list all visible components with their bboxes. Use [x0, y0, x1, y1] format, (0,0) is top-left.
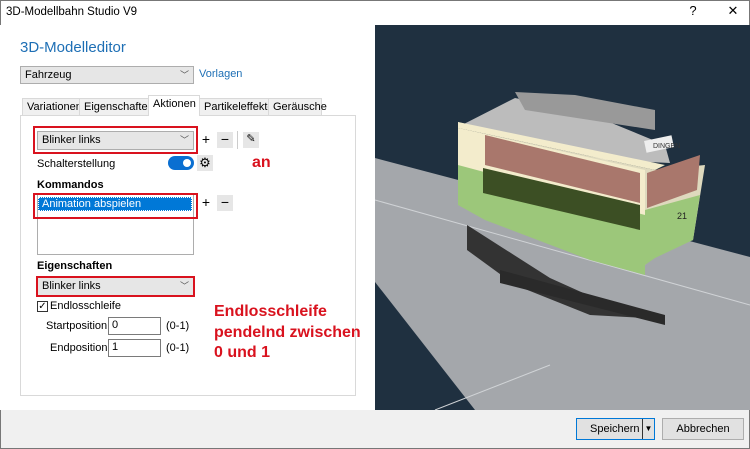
properties-heading: Eigenschaften — [37, 260, 113, 272]
edit-pencil-icon[interactable]: ✎ — [243, 132, 259, 148]
loop-annotation: Endlosschleife pendelnd zwischen 0 und 1 — [214, 302, 361, 364]
annotation-line: pendelnd zwischen — [214, 323, 361, 341]
tram-number: 21 — [677, 211, 687, 221]
cancel-button[interactable]: Abbrechen — [662, 418, 744, 440]
tab-aktionen[interactable]: Aktionen — [148, 95, 200, 116]
tab-geraeusche[interactable]: Geräusche — [268, 98, 327, 115]
loop-checkbox[interactable]: ✓ — [37, 301, 48, 312]
save-label: Speichern — [590, 423, 640, 435]
3d-viewport[interactable]: DINGEN 21 — [375, 25, 750, 410]
remove-command-button[interactable]: − — [217, 195, 233, 211]
end-position-input[interactable]: 1 — [108, 339, 161, 357]
gear-icon[interactable]: ⚙ — [197, 155, 213, 171]
switch-label: Schalterstellung — [37, 158, 116, 170]
start-position-input[interactable]: 0 — [108, 317, 161, 335]
save-button[interactable]: Speichern ▼ — [576, 418, 655, 440]
chevron-down-icon: ﹀ — [179, 135, 189, 145]
annotation-line: Endlosschleife — [214, 303, 327, 320]
separator — [237, 131, 238, 149]
model-type-value: Fahrzeug — [25, 69, 72, 81]
commands-heading: Kommandos — [37, 179, 104, 191]
end-position-label: Endposition: — [50, 342, 111, 354]
page-title: 3D-Modelleditor — [20, 39, 126, 56]
start-range-label: (0-1) — [166, 320, 190, 332]
remove-action-button[interactable]: − — [217, 132, 233, 148]
add-command-button[interactable]: + — [198, 195, 214, 211]
annotation-line: 0 und 1 — [214, 344, 271, 361]
switch-toggle[interactable] — [168, 156, 194, 170]
help-button[interactable]: ? — [683, 3, 703, 21]
tab-eigenschaften[interactable]: Eigenschaften — [79, 98, 154, 115]
end-range-label: (0-1) — [166, 342, 190, 354]
tab-partikeleffekte[interactable]: Partikeleffekte — [199, 98, 274, 115]
action-select[interactable]: Blinker links ﹀ — [37, 131, 194, 150]
save-dropdown-icon[interactable]: ▼ — [642, 419, 654, 439]
highlight-box — [36, 276, 195, 297]
loop-label: Endlosschleife — [50, 300, 121, 312]
chevron-down-icon: ﹀ — [179, 70, 189, 80]
action-select-value: Blinker links — [42, 134, 101, 146]
add-action-button[interactable]: + — [198, 132, 214, 148]
tab-variationen[interactable]: Variationen — [22, 98, 82, 115]
model-type-select[interactable]: Fahrzeug ﹀ — [20, 66, 194, 84]
window-title: 3D-Modellbahn Studio V9 — [6, 6, 138, 18]
start-position-label: Startposition: — [46, 320, 111, 332]
switch-annotation: an — [252, 154, 271, 171]
templates-link[interactable]: Vorlagen — [199, 68, 242, 80]
close-button[interactable]: ✕ — [723, 3, 743, 21]
highlight-box — [33, 193, 198, 219]
tram-sign: DINGEN — [653, 143, 680, 150]
